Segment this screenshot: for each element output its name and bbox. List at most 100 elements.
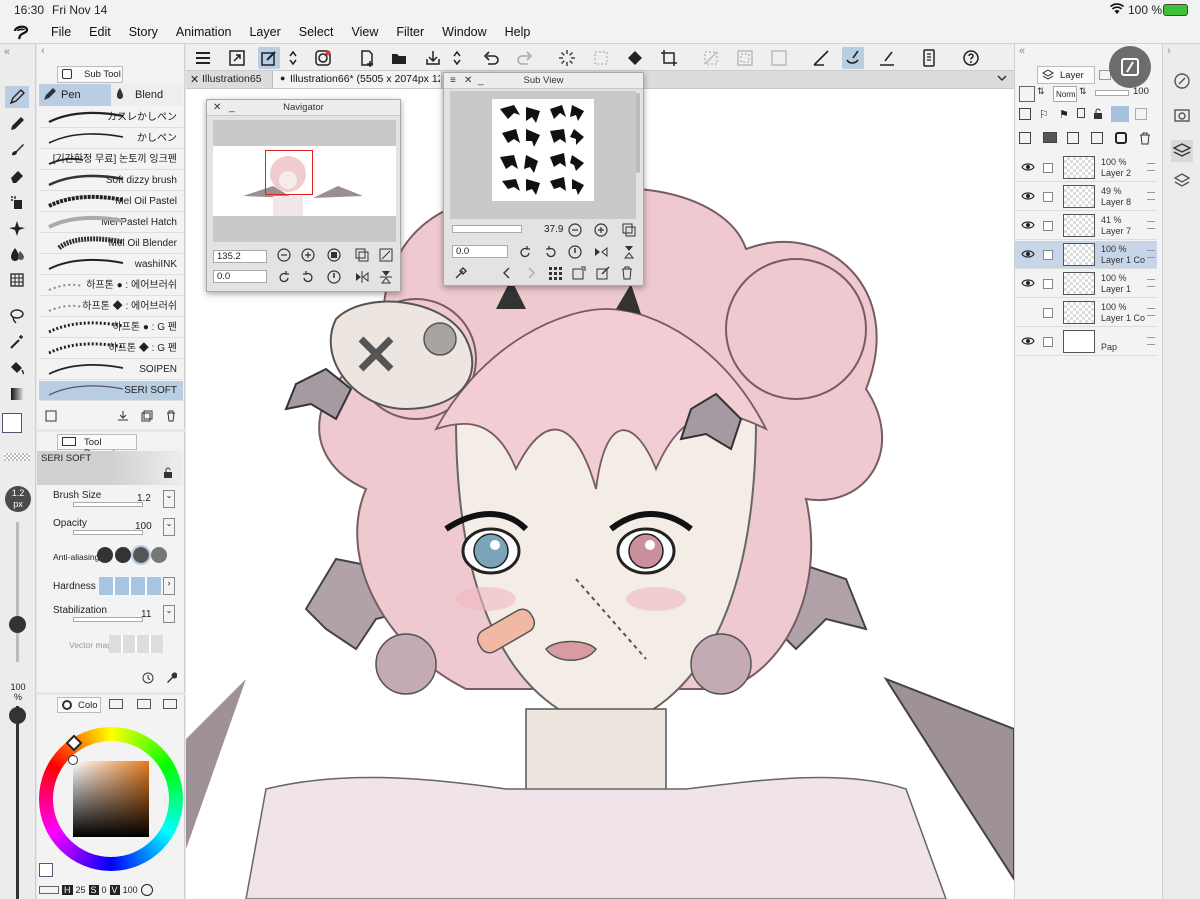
app-logo-icon[interactable] [0, 24, 42, 40]
close-window-icon[interactable]: ✕ [213, 100, 221, 116]
layer-select-checkbox[interactable] [1043, 250, 1053, 260]
layer-tab[interactable]: Layer [1037, 66, 1095, 84]
layer-select-checkbox[interactable] [1043, 192, 1053, 202]
pencil-tool-icon[interactable] [5, 113, 29, 135]
import-brush-icon[interactable] [117, 410, 129, 425]
new-file-icon[interactable] [356, 47, 378, 69]
subview-preview[interactable] [450, 91, 636, 219]
subview-import-icon[interactable] [572, 266, 586, 283]
lasso-tool-icon[interactable] [5, 305, 29, 327]
duplicate-brush-icon[interactable] [141, 410, 153, 425]
subview-flip-horizontal-icon[interactable] [594, 245, 608, 262]
clear-selection-icon[interactable] [590, 47, 612, 69]
tool-property-tab[interactable]: Tool Property [57, 434, 137, 459]
stabilization-value-field[interactable]: 11 [141, 609, 151, 620]
layer-select-checkbox[interactable] [1043, 308, 1053, 318]
size-slider-track[interactable] [16, 522, 19, 662]
subview-titlebar[interactable]: ≡ ✕ _ Sub View [444, 73, 643, 89]
layer-row[interactable]: 100 % Layer 2 [1015, 154, 1157, 182]
layer-select-checkbox[interactable] [1043, 337, 1053, 347]
layer-row[interactable]: 100 % Layer 1 [1015, 270, 1157, 298]
opacity-dropdown-icon[interactable]: ⌄ [163, 518, 175, 536]
brush-tool-icon[interactable] [5, 139, 29, 161]
drag-handle-icon[interactable] [1147, 337, 1155, 345]
clip-layer-icon[interactable] [1019, 108, 1031, 120]
lock-alpha-icon[interactable] [1135, 108, 1147, 120]
brush-settings-icon[interactable] [45, 410, 57, 425]
expand-canvas-icon[interactable] [226, 47, 248, 69]
opacity-slider-track[interactable] [16, 706, 19, 899]
transparent-color-swatch[interactable] [4, 453, 30, 461]
aa-strong-icon[interactable] [151, 547, 167, 563]
collapse-right-icon[interactable]: « [1019, 45, 1025, 57]
fill-icon[interactable] [624, 47, 646, 69]
menu-filter[interactable]: Filter [387, 25, 433, 39]
reset-rotation-icon[interactable] [327, 270, 341, 287]
blend-mode-arrows-icon[interactable]: ⇅ [1079, 86, 1089, 102]
eye-icon[interactable] [1021, 191, 1035, 201]
invert-selection-icon[interactable] [734, 47, 756, 69]
hardness-selector[interactable] [99, 577, 161, 595]
navigator-angle-field[interactable]: 0.0 [213, 270, 267, 283]
color-slider-tab-icon[interactable] [163, 699, 177, 709]
new-raster-layer-icon[interactable] [1019, 132, 1031, 144]
subview-zoom-in-icon[interactable] [594, 223, 608, 240]
quick-edit-icon[interactable] [258, 47, 280, 69]
color-palette-tab-icon[interactable] [109, 699, 123, 709]
subview-scrollbar[interactable] [636, 93, 640, 173]
menu-edit[interactable]: Edit [80, 25, 120, 39]
menu-story[interactable]: Story [120, 25, 167, 39]
tabs-dropdown-icon[interactable] [996, 71, 1008, 88]
navigator-preview[interactable] [213, 120, 396, 242]
open-folder-icon[interactable] [388, 47, 410, 69]
wrench-icon[interactable] [165, 672, 178, 687]
subview-flip-vertical-icon[interactable] [622, 245, 636, 262]
loading-icon[interactable] [556, 47, 578, 69]
redo-icon[interactable] [514, 47, 536, 69]
deselect-icon[interactable] [700, 47, 722, 69]
tool-settings-icon[interactable] [142, 672, 154, 687]
layer-select-checkbox[interactable] [1043, 279, 1053, 289]
fill-tool-icon[interactable] [5, 357, 29, 379]
lock-layer-icon[interactable] [1093, 108, 1103, 123]
material-dock-icon[interactable] [1173, 172, 1191, 193]
brush-size-value-field[interactable]: 1.2 [137, 493, 151, 504]
close-tab-icon[interactable]: ✕ [190, 73, 199, 86]
lock-icon[interactable] [163, 467, 173, 482]
aa-weak-icon[interactable] [115, 547, 131, 563]
aa-medium-icon[interactable] [131, 545, 151, 565]
subview-reset-rotation-icon[interactable] [568, 245, 582, 262]
navigator-dock-icon[interactable] [1173, 72, 1191, 93]
menu-view[interactable]: View [343, 25, 388, 39]
opacity-slider-handle[interactable] [9, 707, 26, 724]
layer-color-icon[interactable] [1019, 86, 1035, 102]
flip-horizontal-icon[interactable] [355, 270, 369, 287]
delete-brush-icon[interactable] [165, 410, 177, 425]
blend-tool-icon[interactable] [5, 243, 29, 265]
layer-row[interactable]: 49 % Layer 8 [1015, 183, 1157, 211]
group-blend[interactable]: Blend [111, 84, 183, 106]
color-settings-icon[interactable] [140, 884, 153, 896]
hamburger-menu-icon[interactable] [192, 47, 214, 69]
drag-handle-icon[interactable] [1147, 163, 1155, 171]
group-pen[interactable]: Pen [39, 84, 111, 106]
decoration-tool-icon[interactable] [5, 217, 29, 239]
flip-vertical-icon[interactable] [379, 270, 393, 287]
subview-next-icon[interactable] [524, 266, 538, 283]
layer-mask-icon[interactable] [1115, 132, 1127, 144]
device-settings-icon[interactable] [918, 47, 940, 69]
menu-help[interactable]: Help [496, 25, 540, 39]
layer-row[interactable]: 100 % Layer 1 Co [1015, 241, 1157, 269]
grid-snap-icon[interactable] [876, 47, 898, 69]
stabilization-slider[interactable] [73, 617, 143, 622]
pen-tool-icon[interactable] [5, 86, 29, 108]
edge-keyboard-button[interactable] [1109, 46, 1151, 88]
merge-selected-icon[interactable] [1091, 132, 1103, 144]
layer-toggle-arrows-icon[interactable]: ⇅ [1037, 86, 1047, 102]
stabilization-dropdown-icon[interactable]: ⌄ [163, 605, 175, 623]
anti-aliasing-options[interactable] [97, 545, 175, 565]
layer-row[interactable]: 41 % Layer 7 [1015, 212, 1157, 240]
draft-layer-icon[interactable]: ⚑ [1059, 108, 1069, 121]
magic-wand-icon[interactable] [5, 331, 29, 353]
rotate-left-icon[interactable] [277, 270, 291, 287]
